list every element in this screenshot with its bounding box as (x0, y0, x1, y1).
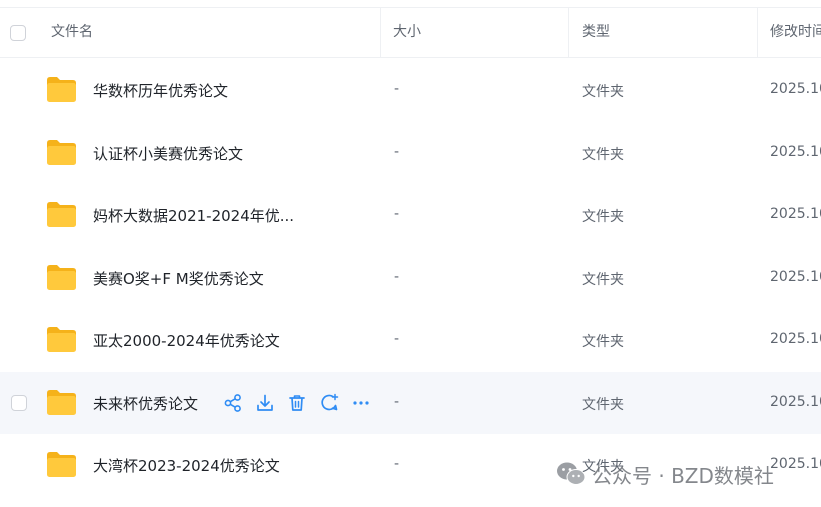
file-size: - (394, 331, 400, 347)
table-row[interactable]: 认证杯小美赛优秀论文 - 文件夹 2025.10 (0, 122, 821, 184)
download-icon[interactable] (255, 393, 275, 413)
file-modified: 2025.10 (770, 206, 821, 222)
file-name[interactable]: 美赛O奖+F M奖优秀论文 (93, 268, 264, 289)
watermark-text: 公众号 · BZD数模社 (592, 463, 774, 488)
file-modified: 2025.10 (770, 269, 821, 285)
table-row[interactable]: 美赛O奖+F M奖优秀论文 - 文件夹 2025.10 (0, 247, 821, 309)
watermark: 公众号 · BZD数模社 (556, 459, 774, 489)
file-type: 文件夹 (582, 209, 624, 225)
table-row[interactable]: 亚太2000-2024年优秀论文 - 文件夹 2025.10 (0, 309, 821, 371)
comment-icon[interactable] (319, 393, 339, 413)
row-actions (223, 393, 371, 413)
folder-icon (47, 390, 76, 415)
file-type: 文件夹 (582, 84, 624, 100)
delete-icon[interactable] (287, 393, 307, 413)
select-all-checkbox[interactable] (10, 25, 26, 41)
folder-icon (47, 77, 76, 102)
column-divider[interactable] (568, 8, 569, 57)
file-size: - (394, 81, 400, 97)
column-header-modified[interactable]: 修改时间 (770, 8, 821, 57)
file-size: - (394, 144, 400, 160)
column-header-size[interactable]: 大小 (393, 8, 421, 57)
folder-icon (47, 265, 76, 290)
file-modified: 2025.10 (770, 81, 821, 97)
share-icon[interactable] (223, 393, 243, 413)
file-name[interactable]: 认证杯小美赛优秀论文 (93, 143, 243, 164)
file-list: 文件名 大小 类型 修改时间 华数杯历年优秀论文 - 文件夹 2025.10 认… (0, 0, 821, 507)
file-modified: 2025.10 (770, 144, 821, 160)
file-name[interactable]: 妈杯大数据2021-2024年优... (93, 205, 294, 226)
file-name[interactable]: 华数杯历年优秀论文 (93, 80, 228, 101)
file-modified: 2025.10 (770, 331, 821, 347)
more-icon[interactable] (351, 393, 371, 413)
row-checkbox[interactable] (11, 395, 27, 411)
file-size: - (394, 456, 400, 472)
column-header-type[interactable]: 类型 (582, 8, 610, 57)
column-divider[interactable] (380, 8, 381, 57)
table-row[interactable]: 华数杯历年优秀论文 - 文件夹 2025.10 (0, 59, 821, 121)
file-type: 文件夹 (582, 147, 624, 163)
file-modified: 2025.10 (770, 394, 821, 410)
folder-icon (47, 452, 76, 477)
folder-icon (47, 327, 76, 352)
file-type: 文件夹 (582, 272, 624, 288)
table-row[interactable]: 妈杯大数据2021-2024年优... - 文件夹 2025.10 (0, 184, 821, 246)
file-modified: 2025.10 (770, 456, 821, 472)
wechat-icon (557, 462, 586, 485)
file-size: - (394, 206, 400, 222)
column-header-name[interactable]: 文件名 (51, 8, 93, 57)
file-size: - (394, 269, 400, 285)
table-row-hovered[interactable]: 未来杯优秀论文 - 文件夹 2025.1 (0, 372, 821, 434)
file-type: 文件夹 (582, 397, 624, 413)
file-list-header: 文件名 大小 类型 修改时间 (0, 7, 821, 58)
file-size: - (394, 394, 400, 410)
column-divider[interactable] (757, 8, 758, 57)
file-type: 文件夹 (582, 334, 624, 350)
file-name[interactable]: 大湾杯2023-2024优秀论文 (93, 455, 280, 476)
folder-icon (47, 202, 76, 227)
file-name[interactable]: 未来杯优秀论文 (93, 393, 198, 414)
folder-icon (47, 140, 76, 165)
file-name[interactable]: 亚太2000-2024年优秀论文 (93, 330, 280, 351)
